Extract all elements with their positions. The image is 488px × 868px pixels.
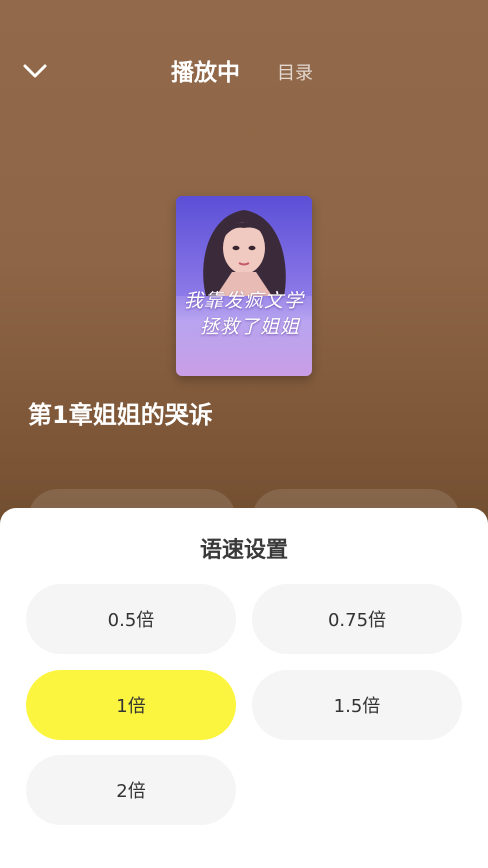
cover-title-line2: 拯救了姐姐 [199, 316, 300, 338]
speed-settings-sheet: 语速设置 0.5倍 0.75倍 1倍 1.5倍 2倍 [0, 508, 488, 868]
sheet-title: 语速设置 [199, 538, 288, 563]
cover-title-line1: 我靠发疯文学 [183, 290, 304, 312]
tab-playing[interactable]: 播放中 [171, 53, 240, 87]
chevron-down-icon[interactable] [18, 56, 52, 86]
speed-option-2x[interactable]: 2倍 [26, 755, 236, 825]
player-header: 播放中 目录 [0, 40, 488, 100]
book-cover: 我靠发疯文学 拯救了姐姐 [176, 196, 312, 376]
cover-illustration [176, 196, 312, 296]
speed-option-1x[interactable]: 1倍 [26, 670, 236, 740]
chapter-title: 第1章姐姐的哭诉 [28, 401, 213, 429]
speed-option-1-5x[interactable]: 1.5倍 [252, 670, 462, 740]
speed-option-0-5x[interactable]: 0.5倍 [26, 584, 236, 654]
cover-title: 我靠发疯文学 拯救了姐姐 [176, 288, 312, 340]
speed-option-0-75x[interactable]: 0.75倍 [252, 584, 462, 654]
tab-catalog[interactable]: 目录 [277, 59, 313, 85]
